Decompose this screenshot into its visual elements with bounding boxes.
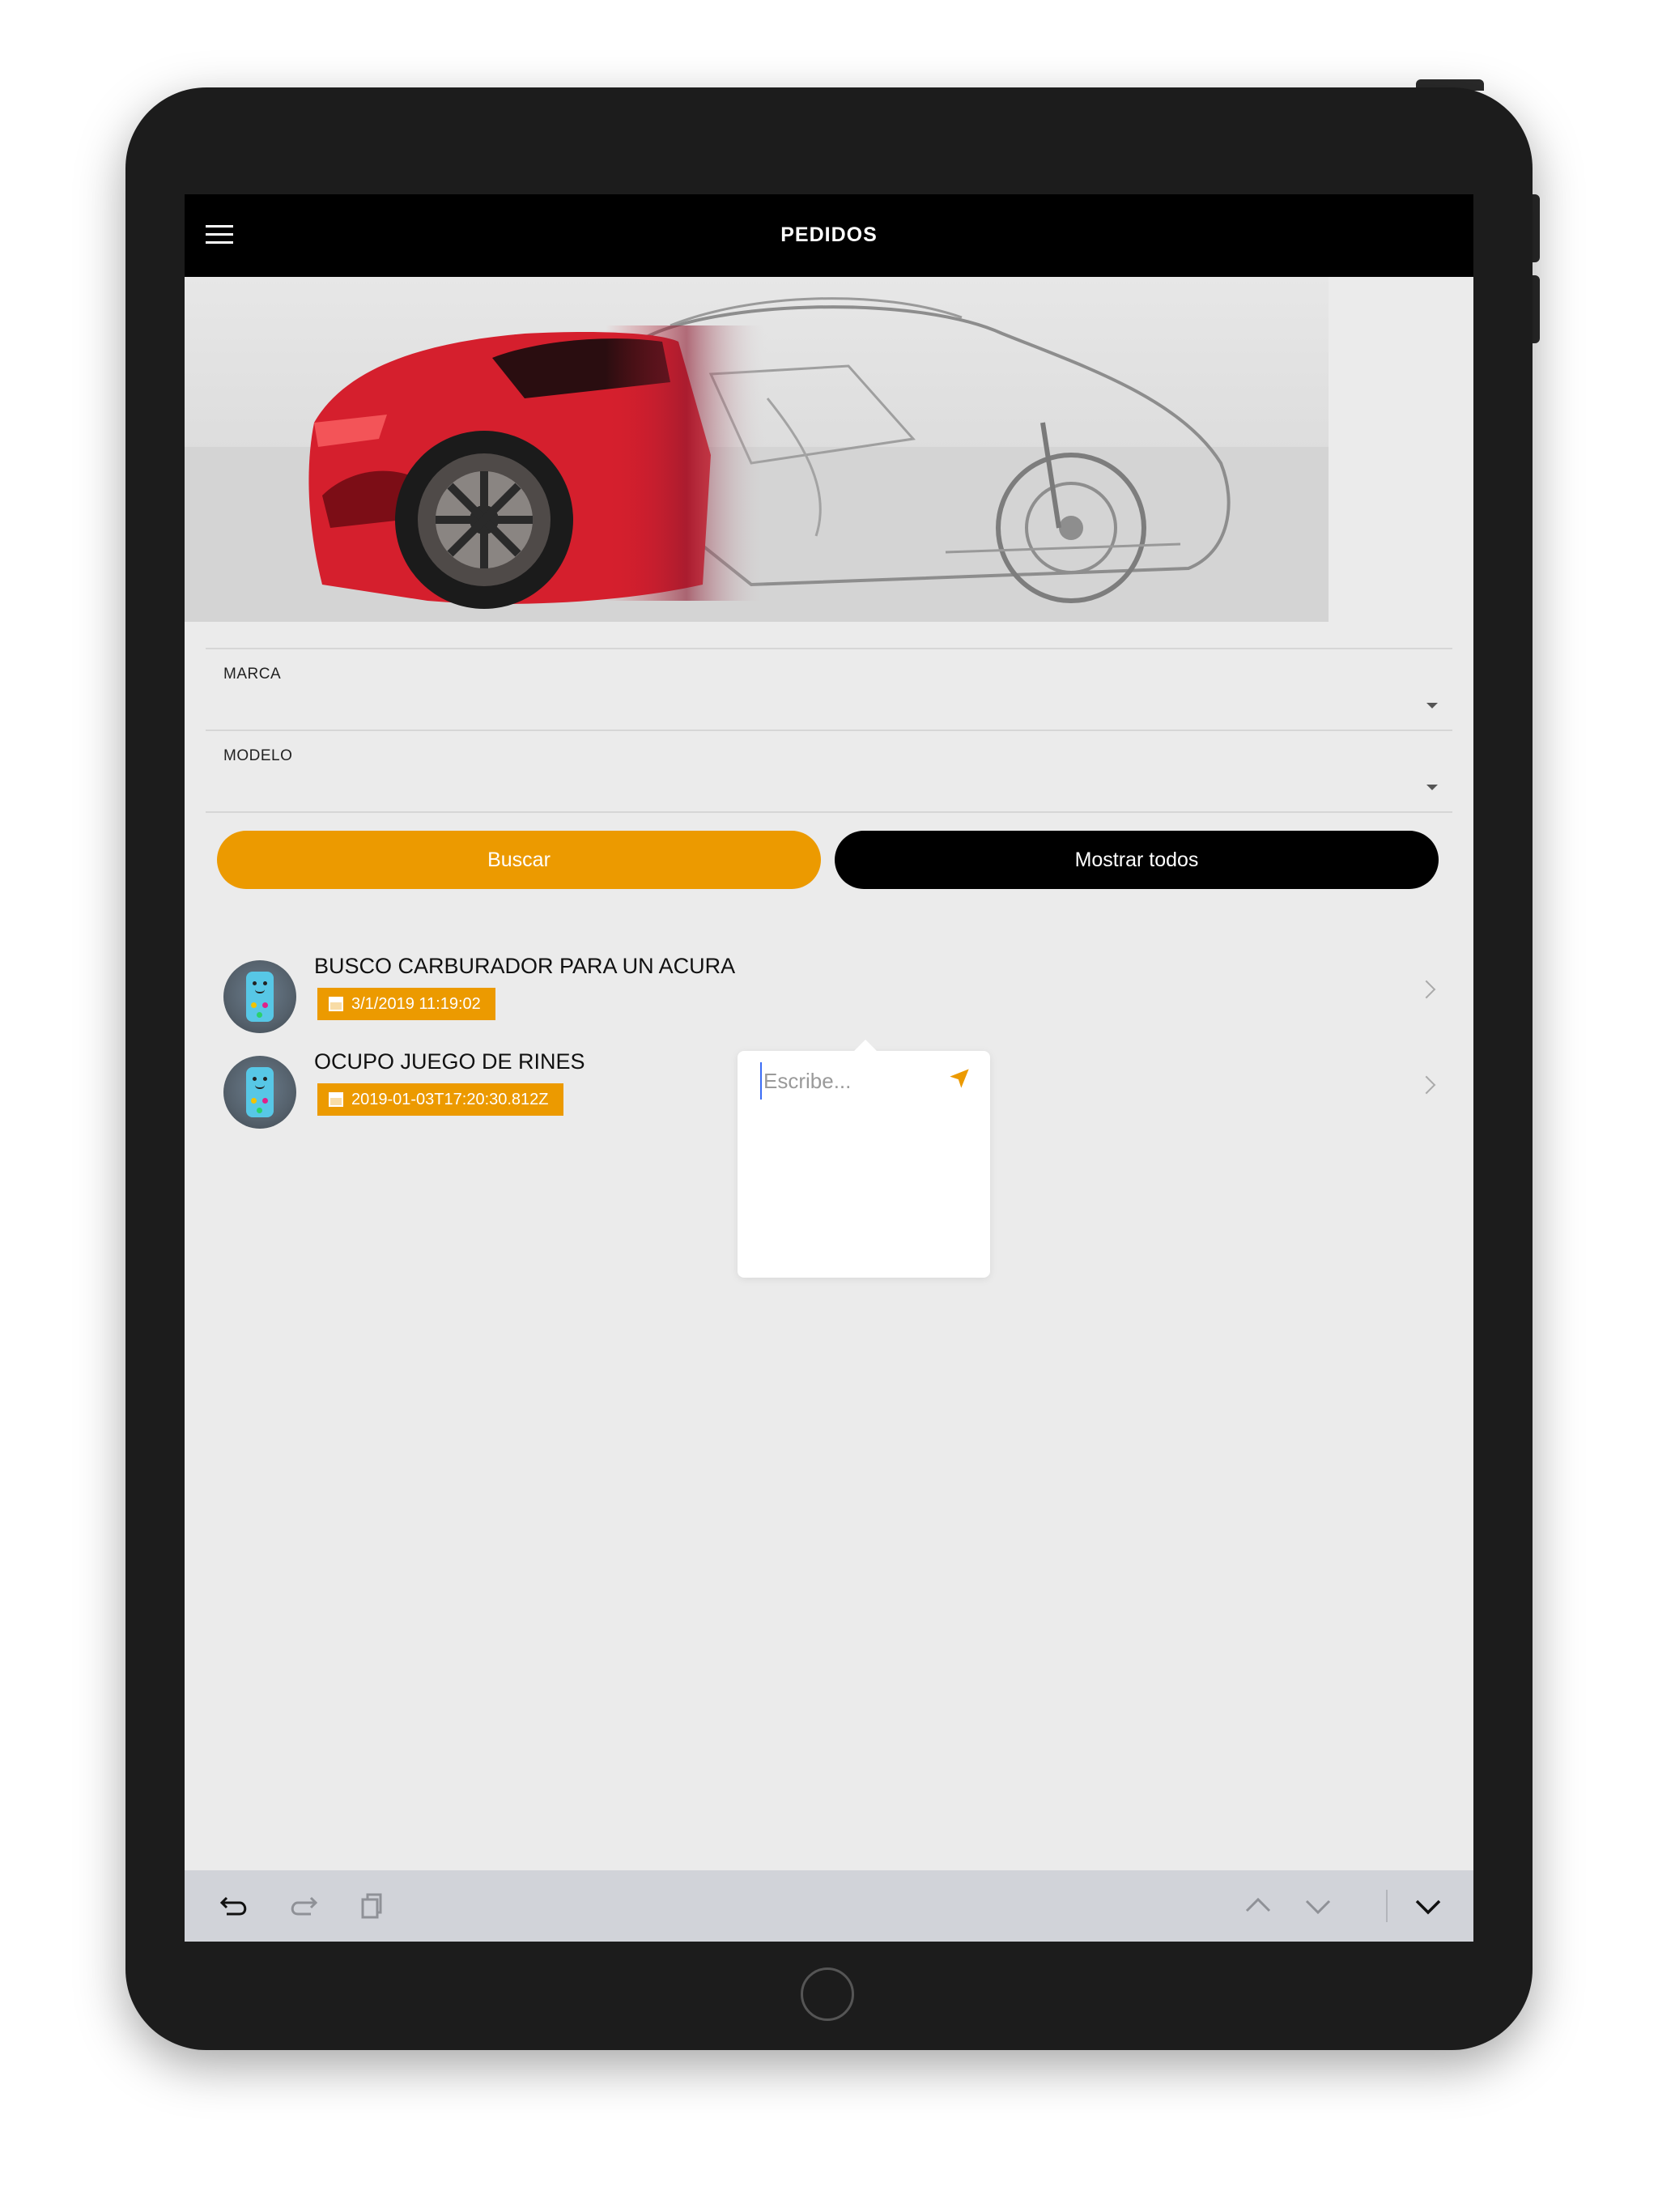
hero-banner-image	[185, 277, 1329, 622]
avatar	[223, 1056, 296, 1129]
keyboard-accessory-bar	[185, 1870, 1473, 1942]
order-date: 2019-01-03T17:20:30.812Z	[351, 1090, 549, 1108]
order-date: 3/1/2019 11:19:02	[351, 994, 481, 1013]
undo-icon[interactable]	[215, 1887, 254, 1925]
popover-arrow	[854, 1040, 877, 1051]
app-screen: PEDIDOS MARCA MODELO Buscar Mostrar todo…	[185, 194, 1473, 1942]
caret-down-icon	[1426, 785, 1438, 790]
calendar-icon	[329, 997, 343, 1011]
order-title: OCUPO JUEGO DE RINES	[314, 1049, 585, 1074]
navigation-bar: PEDIDOS	[185, 194, 1473, 277]
caret-down-icon	[1426, 703, 1438, 708]
keyboard-dismiss-icon[interactable]	[1409, 1887, 1448, 1925]
chevron-right-icon	[1417, 1075, 1436, 1095]
chevron-down-icon[interactable]	[1299, 1887, 1337, 1925]
avatar	[223, 960, 296, 1033]
divider	[206, 811, 1452, 813]
message-input[interactable]	[760, 1062, 938, 1100]
buscar-button[interactable]: Buscar	[217, 831, 821, 889]
date-badge: 2019-01-03T17:20:30.812Z	[317, 1083, 563, 1116]
divider	[1386, 1890, 1388, 1922]
calendar-icon	[329, 1092, 343, 1107]
car-illustration	[185, 297, 1329, 622]
modelo-label: MODELO	[223, 747, 293, 764]
chevron-right-icon	[1417, 980, 1436, 999]
date-badge: 3/1/2019 11:19:02	[317, 988, 495, 1020]
message-popover	[738, 1040, 990, 1278]
page-title: PEDIDOS	[780, 223, 878, 246]
mostrar-todos-button[interactable]: Mostrar todos	[835, 831, 1439, 889]
redo-icon[interactable]	[283, 1887, 322, 1925]
order-title: BUSCO CARBURADOR PARA UN ACURA	[314, 954, 736, 978]
home-button[interactable]	[801, 1967, 854, 2021]
marca-select[interactable]: MARCA	[206, 648, 1452, 729]
modelo-select[interactable]: MODELO	[206, 730, 1452, 810]
send-arrow-icon[interactable]	[948, 1067, 971, 1090]
paste-icon[interactable]	[351, 1887, 390, 1925]
chevron-up-icon[interactable]	[1239, 1887, 1278, 1925]
list-item[interactable]: BUSCO CARBURADOR PARA UN ACURA 3/1/2019 …	[217, 947, 1448, 1036]
marca-label: MARCA	[223, 666, 282, 683]
